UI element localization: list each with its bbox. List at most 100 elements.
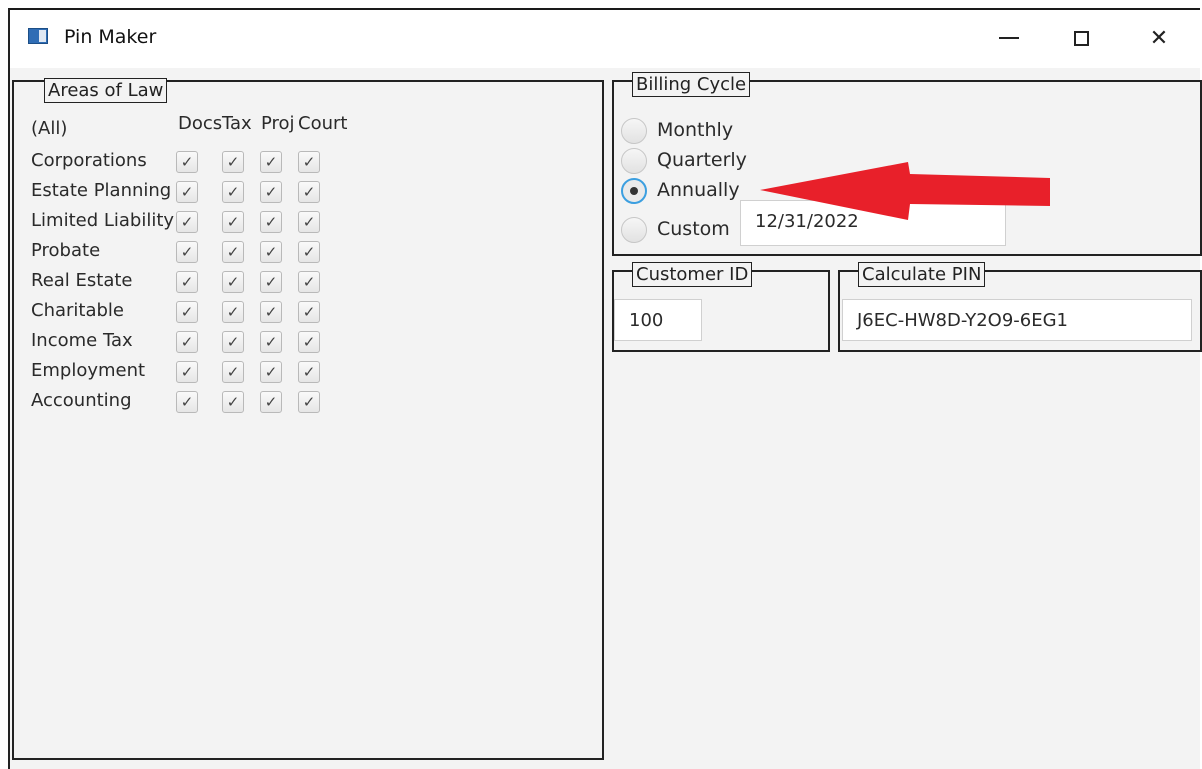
checkbox-proj[interactable]: ✓ [260, 301, 282, 323]
checkbox-court[interactable]: ✓ [298, 391, 320, 413]
checkbox-docs[interactable]: ✓ [176, 301, 198, 323]
check-icon: ✓ [302, 393, 316, 411]
billing-cycle-legend: Billing Cycle [632, 72, 751, 97]
check-icon: ✓ [264, 333, 278, 351]
column-header-proj[interactable]: Proj [261, 113, 295, 134]
check-icon: ✓ [180, 243, 194, 261]
checkbox-docs[interactable]: ✓ [176, 271, 198, 293]
check-icon: ✓ [180, 333, 194, 351]
checkbox-docs[interactable]: ✓ [176, 241, 198, 263]
checkbox-tax[interactable]: ✓ [222, 181, 244, 203]
check-icon: ✓ [302, 243, 316, 261]
check-icon: ✓ [302, 153, 316, 171]
minimize-icon [999, 37, 1019, 39]
checkbox-court[interactable]: ✓ [298, 211, 320, 233]
checkbox-proj[interactable]: ✓ [260, 241, 282, 263]
checkbox-proj[interactable]: ✓ [260, 361, 282, 383]
radio-label-custom[interactable]: Custom [657, 218, 730, 240]
check-icon: ✓ [226, 153, 240, 171]
areas-of-law-legend: Areas of Law [44, 78, 168, 103]
minimize-button[interactable] [986, 18, 1032, 58]
check-icon: ✓ [180, 393, 194, 411]
annotation-arrow [760, 162, 1050, 220]
radio-label-monthly[interactable]: Monthly [657, 119, 733, 141]
checkbox-court[interactable]: ✓ [298, 241, 320, 263]
checkbox-docs[interactable]: ✓ [176, 331, 198, 353]
checkbox-docs[interactable]: ✓ [176, 181, 198, 203]
row-label[interactable]: Employment [31, 360, 145, 381]
check-icon: ✓ [180, 153, 194, 171]
check-icon: ✓ [264, 393, 278, 411]
customer-id-field[interactable]: 100 [614, 299, 702, 341]
row-label[interactable]: Corporations [31, 150, 147, 171]
close-icon: ✕ [1149, 25, 1169, 51]
checkbox-proj[interactable]: ✓ [260, 331, 282, 353]
check-icon: ✓ [302, 273, 316, 291]
checkbox-court[interactable]: ✓ [298, 181, 320, 203]
check-icon: ✓ [302, 333, 316, 351]
checkbox-tax[interactable]: ✓ [222, 241, 244, 263]
row-label[interactable]: Real Estate [31, 270, 133, 291]
radio-annually[interactable] [621, 178, 647, 204]
app-icon [28, 28, 48, 44]
checkbox-court[interactable]: ✓ [298, 361, 320, 383]
checkbox-tax[interactable]: ✓ [222, 151, 244, 173]
row-label[interactable]: Limited Liability [31, 210, 174, 231]
check-icon: ✓ [226, 273, 240, 291]
check-icon: ✓ [302, 183, 316, 201]
check-icon: ✓ [226, 333, 240, 351]
row-label[interactable]: Income Tax [31, 330, 133, 351]
row-label[interactable]: Probate [31, 240, 100, 261]
column-header-court[interactable]: Court [298, 113, 347, 134]
checkbox-proj[interactable]: ✓ [260, 271, 282, 293]
check-icon: ✓ [180, 363, 194, 381]
check-icon: ✓ [302, 213, 316, 231]
checkbox-court[interactable]: ✓ [298, 331, 320, 353]
all-label[interactable]: (All) [31, 118, 67, 139]
checkbox-court[interactable]: ✓ [298, 301, 320, 323]
maximize-icon [1073, 30, 1089, 46]
pin-output-field[interactable]: J6EC-HW8D-Y2O9-6EG1 [842, 299, 1192, 341]
checkbox-proj[interactable]: ✓ [260, 211, 282, 233]
radio-label-annually[interactable]: Annually [657, 179, 740, 201]
check-icon: ✓ [226, 243, 240, 261]
row-label[interactable]: Estate Planning [31, 180, 171, 201]
checkbox-tax[interactable]: ✓ [222, 301, 244, 323]
checkbox-docs[interactable]: ✓ [176, 151, 198, 173]
title-bar: Pin Maker ✕ [10, 10, 1200, 68]
radio-label-quarterly[interactable]: Quarterly [657, 149, 747, 171]
check-icon: ✓ [264, 243, 278, 261]
checkbox-proj[interactable]: ✓ [260, 151, 282, 173]
checkbox-docs[interactable]: ✓ [176, 391, 198, 413]
column-header-tax[interactable]: Tax [222, 113, 252, 134]
close-button[interactable]: ✕ [1136, 18, 1182, 58]
check-icon: ✓ [264, 153, 278, 171]
checkbox-court[interactable]: ✓ [298, 271, 320, 293]
check-icon: ✓ [226, 393, 240, 411]
radio-custom[interactable] [621, 217, 647, 243]
checkbox-proj[interactable]: ✓ [260, 391, 282, 413]
checkbox-court[interactable]: ✓ [298, 151, 320, 173]
radio-quarterly[interactable] [621, 148, 647, 174]
checkbox-tax[interactable]: ✓ [222, 331, 244, 353]
window-title: Pin Maker [64, 26, 157, 48]
checkbox-tax[interactable]: ✓ [222, 361, 244, 383]
row-label[interactable]: Accounting [31, 390, 132, 411]
check-icon: ✓ [180, 183, 194, 201]
calculate-pin-legend: Calculate PIN [858, 262, 986, 287]
checkbox-docs[interactable]: ✓ [176, 211, 198, 233]
checkbox-proj[interactable]: ✓ [260, 181, 282, 203]
radio-monthly[interactable] [621, 118, 647, 144]
checkbox-tax[interactable]: ✓ [222, 211, 244, 233]
check-icon: ✓ [264, 363, 278, 381]
checkbox-docs[interactable]: ✓ [176, 361, 198, 383]
check-icon: ✓ [264, 273, 278, 291]
check-icon: ✓ [302, 303, 316, 321]
checkbox-tax[interactable]: ✓ [222, 391, 244, 413]
column-header-docs[interactable]: Docs [178, 113, 222, 134]
check-icon: ✓ [264, 303, 278, 321]
maximize-button[interactable] [1058, 18, 1104, 58]
row-label[interactable]: Charitable [31, 300, 124, 321]
checkbox-tax[interactable]: ✓ [222, 271, 244, 293]
check-icon: ✓ [264, 183, 278, 201]
